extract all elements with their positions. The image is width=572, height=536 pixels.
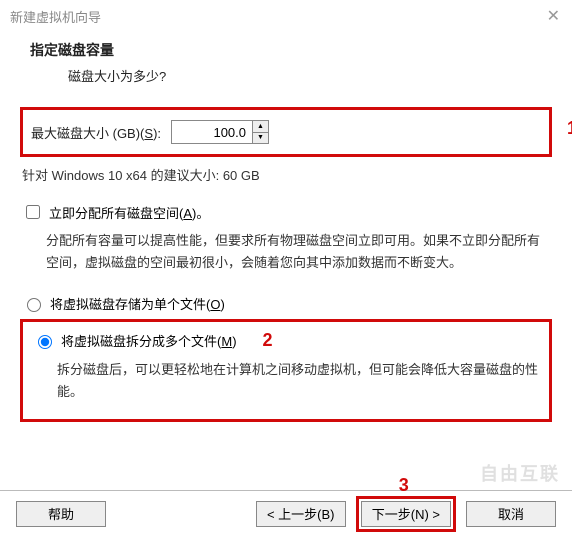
page-subtitle: 磁盘大小为多少? <box>68 66 552 85</box>
allocate-now-desc: 分配所有容量可以提高性能，但要求所有物理磁盘空间立即可用。如果不立即分配所有空间… <box>46 230 552 274</box>
disk-size-row: 最大磁盘大小 (GB)(S): ▲ ▼ <box>31 120 541 144</box>
cancel-button[interactable]: 取消 <box>466 501 556 527</box>
annotation-label-3: 3 <box>399 475 409 496</box>
recommended-size: 针对 Windows 10 x64 的建议大小: 60 GB <box>22 165 552 184</box>
annotation-label-1: 1 <box>567 118 572 139</box>
disk-size-spinner[interactable]: ▲ ▼ <box>171 120 269 144</box>
split-multiple-desc: 拆分磁盘后，可以更轻松地在计算机之间移动虚拟机，但可能会降低大容量磁盘的性能。 <box>57 359 539 403</box>
content-area: 最大磁盘大小 (GB)(S): ▲ ▼ 1 针对 Windows 10 x64 … <box>0 97 572 422</box>
spinner-up-icon[interactable]: ▲ <box>253 121 268 133</box>
disk-size-label: 最大磁盘大小 (GB)(S): <box>31 123 161 142</box>
titlebar: 新建虚拟机向导 ✕ <box>0 0 572 32</box>
wizard-header: 指定磁盘容量 磁盘大小为多少? <box>0 32 572 97</box>
close-icon[interactable]: ✕ <box>547 6 560 26</box>
annotation-box-2: 将虚拟磁盘拆分成多个文件(M) 2 拆分磁盘后，可以更轻松地在计算机之间移动虚拟… <box>20 319 552 422</box>
store-single-label: 将虚拟磁盘存储为单个文件(O) <box>50 294 225 313</box>
watermark: 自由互联 <box>480 460 560 486</box>
split-multiple-label: 将虚拟磁盘拆分成多个文件(M) <box>61 331 237 350</box>
help-button[interactable]: 帮助 <box>16 501 106 527</box>
store-single-radio[interactable] <box>27 298 41 312</box>
spinner-arrows: ▲ ▼ <box>252 121 268 143</box>
back-button[interactable]: < 上一步(B) <box>256 501 346 527</box>
allocate-now-row: 立即分配所有磁盘空间(A)。 <box>22 202 552 222</box>
page-title: 指定磁盘容量 <box>30 40 552 60</box>
disk-size-input[interactable] <box>172 121 252 143</box>
allocate-now-checkbox[interactable] <box>26 205 40 219</box>
next-button[interactable]: 下一步(N) > <box>361 501 451 527</box>
spinner-down-icon[interactable]: ▼ <box>253 133 268 144</box>
annotation-box-3: 3 下一步(N) > <box>356 496 456 532</box>
split-multiple-radio[interactable] <box>38 335 52 349</box>
split-multiple-row: 将虚拟磁盘拆分成多个文件(M) 2 <box>33 330 539 351</box>
annotation-box-1: 最大磁盘大小 (GB)(S): ▲ ▼ 1 <box>20 107 552 157</box>
allocate-now-label: 立即分配所有磁盘空间(A)。 <box>49 203 209 222</box>
store-single-row: 将虚拟磁盘存储为单个文件(O) <box>22 294 552 313</box>
annotation-label-2: 2 <box>263 330 273 351</box>
window-title: 新建虚拟机向导 <box>10 7 101 26</box>
footer: 帮助 < 上一步(B) 3 下一步(N) > 取消 <box>0 490 572 536</box>
